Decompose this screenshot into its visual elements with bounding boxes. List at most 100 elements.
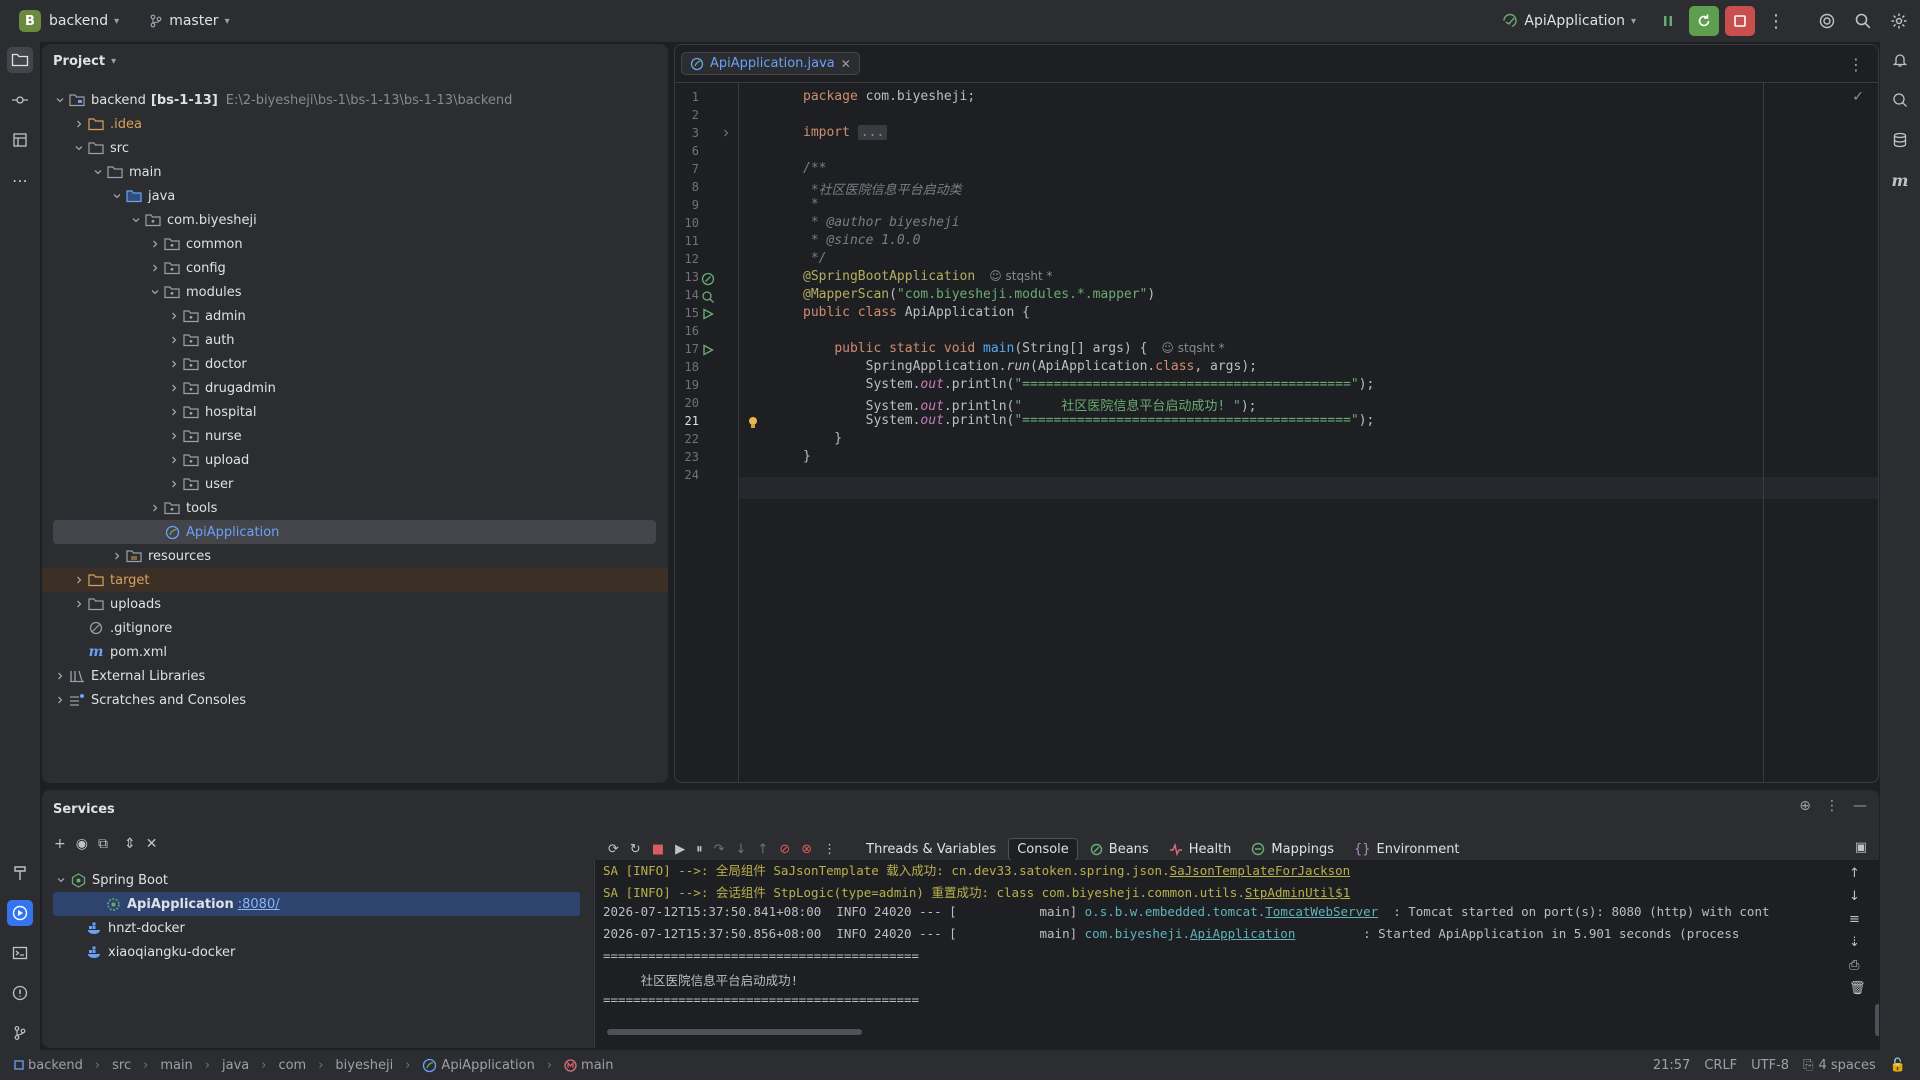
more-tools-icon[interactable]: ⋯	[7, 167, 33, 193]
clear-all-icon[interactable]: 🗑	[1849, 981, 1866, 996]
soft-wrap-icon[interactable]: ≡	[1849, 912, 1866, 927]
service-item-spring-boot[interactable]: Spring Boot	[42, 868, 592, 892]
minimize-icon[interactable]: —	[1853, 798, 1867, 814]
tree-item-auth[interactable]: auth	[42, 328, 668, 352]
tree-item--gitignore[interactable]: .gitignore	[42, 616, 668, 640]
service-port-link[interactable]: :8080/	[238, 897, 280, 912]
more-actions-icon[interactable]: ⋮	[1761, 6, 1791, 36]
expand-all-icon[interactable]: ⇕	[124, 836, 136, 852]
chevron-right-icon[interactable]	[71, 599, 87, 609]
chevron-right-icon[interactable]	[166, 383, 182, 393]
chevron-down-icon[interactable]	[128, 215, 144, 225]
new-tab-icon[interactable]: ⧉	[98, 836, 108, 852]
tree-item-config[interactable]: config	[42, 256, 668, 280]
build-hammer-icon[interactable]	[7, 860, 33, 886]
console-output[interactable]: SA [INFO] -->: 全局组件 SaJsonTemplate 载入成功:…	[594, 860, 1879, 1048]
service-item-apiapplication[interactable]: ApiApplication:8080/	[53, 892, 580, 916]
debug-more-icon[interactable]: ⋮	[823, 842, 836, 857]
editor-tab-apiapplication[interactable]: ApiApplication.java ✕	[681, 52, 860, 75]
ai-chat-icon[interactable]	[1887, 87, 1913, 113]
tree-item-src[interactable]: src	[42, 136, 668, 160]
tab-environment[interactable]: {} Environment	[1346, 839, 1468, 860]
breadcrumb-item[interactable]: java	[222, 1058, 249, 1073]
tree-item-java[interactable]: java	[42, 184, 668, 208]
scroll-to-end-icon[interactable]: ⇣	[1849, 935, 1866, 950]
settings-gear-icon[interactable]	[1884, 6, 1914, 36]
terminal-icon[interactable]	[7, 940, 33, 966]
spring-bean-gutter-icon[interactable]	[701, 272, 715, 286]
fold-arrow-icon[interactable]	[721, 128, 731, 138]
file-encoding[interactable]: UTF-8	[1751, 1058, 1789, 1073]
chevron-right-icon[interactable]	[52, 671, 68, 681]
close-icon[interactable]: ✕	[841, 57, 851, 71]
run-config-selector[interactable]: ApiApplication ▾	[1496, 6, 1642, 36]
ai-assistant-icon[interactable]	[1812, 6, 1842, 36]
project-panel-title[interactable]: Project ▾	[53, 54, 116, 69]
tree-item-admin[interactable]: admin	[42, 304, 668, 328]
caret-position[interactable]: 21:57	[1653, 1058, 1690, 1073]
run-class-icon[interactable]	[702, 308, 714, 320]
add-service-icon[interactable]: +	[54, 836, 66, 852]
breadcrumb-item[interactable]: ApiApplication	[422, 1058, 535, 1073]
service-item-xiaoqiangku-docker[interactable]: xiaoqiangku-docker	[42, 940, 592, 964]
layout-icon[interactable]: ▣	[1855, 840, 1867, 855]
tree-item-nurse[interactable]: nurse	[42, 424, 668, 448]
mapper-scan-gutter-icon[interactable]	[701, 290, 715, 304]
rerun-icon[interactable]: ⟳	[608, 842, 619, 857]
tab-mappings[interactable]: Mappings	[1243, 839, 1342, 860]
tree-item--idea[interactable]: .idea	[42, 112, 668, 136]
tree-item-main[interactable]: main	[42, 160, 668, 184]
stop-button[interactable]	[1725, 6, 1755, 36]
run-main-icon[interactable]	[702, 344, 714, 356]
tree-item-user[interactable]: user	[42, 472, 668, 496]
rerun-update-icon[interactable]: ↻	[630, 842, 641, 857]
eye-icon[interactable]: ◉	[76, 836, 88, 852]
chevron-right-icon[interactable]	[147, 239, 163, 249]
tab-threads-variables[interactable]: Threads & Variables	[858, 839, 1004, 860]
tree-item-common[interactable]: common	[42, 232, 668, 256]
chevron-right-icon[interactable]	[166, 335, 182, 345]
project-badge[interactable]: B	[19, 10, 41, 32]
tab-beans[interactable]: Beans	[1082, 839, 1157, 860]
chevron-right-icon[interactable]	[166, 455, 182, 465]
tree-item-resources[interactable]: resources	[42, 544, 668, 568]
chevron-right-icon[interactable]	[166, 359, 182, 369]
chevron-right-icon[interactable]	[71, 575, 87, 585]
tree-item-apiapplication[interactable]: ApiApplication	[53, 520, 656, 544]
chevron-right-icon[interactable]	[166, 479, 182, 489]
breadcrumb-item[interactable]: biyesheji	[335, 1058, 393, 1073]
chevron-down-icon[interactable]	[52, 95, 68, 105]
indent-setting[interactable]: ⎘ 4 spaces	[1803, 1058, 1876, 1073]
step-out-icon[interactable]: ↑	[757, 842, 768, 857]
console-link[interactable]: TomcatWebServer	[1265, 904, 1378, 919]
chevron-right-icon[interactable]	[71, 119, 87, 129]
chevron-right-icon[interactable]	[147, 503, 163, 513]
tree-item-doctor[interactable]: doctor	[42, 352, 668, 376]
services-more-icon[interactable]: ⋮	[1825, 798, 1839, 814]
tree-item-uploads[interactable]: uploads	[42, 592, 668, 616]
tree-item-external-libraries[interactable]: External Libraries	[42, 664, 668, 688]
step-into-icon[interactable]: ↓	[736, 842, 747, 857]
structure-tool-icon[interactable]	[7, 127, 33, 153]
problems-icon[interactable]	[7, 980, 33, 1006]
collapse-all-icon[interactable]: ✕	[146, 836, 158, 852]
tree-item-drugadmin[interactable]: drugadmin	[42, 376, 668, 400]
author-hint[interactable]: ☺ stqsht *	[989, 269, 1052, 283]
tree-item-backend[interactable]: backend [bs-1-13] E:\2-biyesheji\bs-1\bs-1…	[42, 88, 668, 112]
chevron-right-icon[interactable]	[166, 311, 182, 321]
services-tool-icon[interactable]	[7, 900, 33, 926]
database-icon[interactable]	[1887, 127, 1913, 153]
line-separator[interactable]: CRLF	[1704, 1058, 1737, 1073]
view-breakpoints-icon[interactable]: ⊘	[779, 842, 790, 857]
chevron-right-icon[interactable]	[52, 695, 68, 705]
print-icon[interactable]: ⎙	[1849, 958, 1866, 973]
search-icon[interactable]	[1848, 6, 1878, 36]
chevron-down-icon[interactable]	[53, 875, 69, 885]
chevron-right-icon[interactable]	[166, 431, 182, 441]
chevron-down-icon[interactable]	[90, 167, 106, 177]
tree-item-modules[interactable]: modules	[42, 280, 668, 304]
resume-icon[interactable]: ▶	[675, 842, 685, 857]
chevron-right-icon[interactable]	[166, 407, 182, 417]
service-item-hnzt-docker[interactable]: hnzt-docker	[42, 916, 592, 940]
stop-icon[interactable]: ■	[652, 842, 664, 857]
